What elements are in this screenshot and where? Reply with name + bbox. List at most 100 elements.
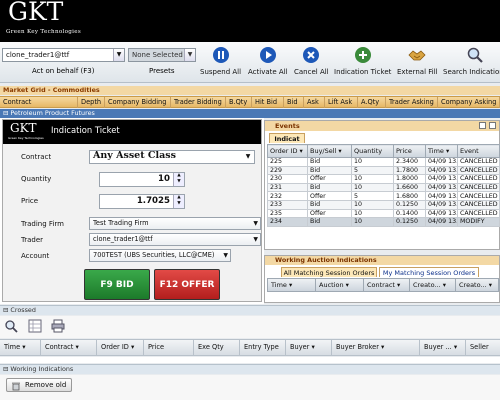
column-header[interactable]: Contract bbox=[0, 97, 78, 108]
column-header[interactable]: Hit Bid bbox=[252, 97, 284, 108]
chevron-down-icon[interactable]: ▼ bbox=[184, 49, 195, 61]
chevron-down-icon[interactable]: ▼ bbox=[113, 49, 124, 61]
contract-field[interactable]: Any Asset Class ▼ bbox=[89, 150, 255, 164]
column-header[interactable]: Seller bbox=[466, 340, 500, 355]
cancel-all-button[interactable]: Cancel All bbox=[294, 46, 329, 76]
price-spinner[interactable]: ▲ ▼ bbox=[173, 195, 184, 208]
printer-icon[interactable] bbox=[51, 319, 65, 333]
column-header[interactable]: Event bbox=[457, 144, 500, 158]
trader-field[interactable]: clone_trader1@ttf ▼ bbox=[89, 233, 261, 246]
main-toolbar: clone_trader1@ttf ▼ Act on behalf (F3) N… bbox=[0, 42, 500, 83]
column-header[interactable]: B.Qty bbox=[226, 97, 252, 108]
column-header[interactable]: Price bbox=[144, 340, 194, 355]
remove-old-button[interactable]: Remove old bbox=[6, 378, 72, 392]
pause-icon bbox=[212, 47, 229, 63]
column-header[interactable]: Ask bbox=[304, 97, 325, 108]
price-stepper[interactable]: 1.7025 ▲ ▼ bbox=[99, 194, 185, 209]
quantity-spinner[interactable]: ▲ ▼ bbox=[173, 173, 184, 186]
column-header[interactable]: Buyer ▾ bbox=[286, 340, 332, 355]
market-grid-title: Market Grid - Commodities bbox=[0, 86, 500, 95]
chevron-down-icon[interactable]: ▼ bbox=[223, 250, 228, 261]
table-row[interactable]: 233Bid100.125004/09 13...CANCELLED bbox=[267, 199, 500, 210]
market-grid-header: Contract Depth Company Bidding Trader Bi… bbox=[0, 96, 500, 108]
column-header[interactable]: Time ▾ bbox=[268, 279, 316, 291]
column-header[interactable]: Buyer ... ▾ bbox=[420, 340, 466, 355]
quantity-label: Quantity bbox=[21, 175, 52, 183]
search-icon[interactable] bbox=[4, 319, 18, 333]
ticket-title: Indication Ticket bbox=[51, 125, 120, 135]
column-header[interactable]: Price bbox=[393, 144, 426, 158]
column-header[interactable]: Time ▾ bbox=[0, 340, 41, 355]
remove-old-label: Remove old bbox=[25, 381, 67, 389]
suspend-all-button[interactable]: Suspend All bbox=[200, 46, 241, 76]
column-header[interactable]: Order ID ▾ bbox=[97, 340, 144, 355]
column-header[interactable]: Buy/Sell ▾ bbox=[307, 144, 352, 158]
bid-button[interactable]: F9 BID bbox=[84, 269, 150, 300]
tab-my-matching[interactable]: My Matching Session Orders bbox=[379, 267, 479, 277]
column-header[interactable]: Depth bbox=[78, 97, 105, 108]
auction-header-row: Time ▾ Auction ▾ Contract ▾ Creato... ▾ … bbox=[267, 278, 500, 292]
column-header[interactable]: Exe Qty bbox=[194, 340, 240, 355]
crossed-title-text: Crossed bbox=[10, 306, 36, 314]
search-indications-label: Search Indications bbox=[443, 68, 500, 76]
spin-down-icon[interactable]: ▼ bbox=[174, 201, 184, 207]
column-header[interactable]: Lift Ask bbox=[325, 97, 358, 108]
column-header[interactable]: Order ID ▾ bbox=[267, 144, 308, 158]
search-indications-button[interactable]: Search Indications bbox=[443, 46, 500, 76]
chevron-down-icon[interactable]: ▼ bbox=[242, 151, 254, 163]
table-row[interactable]: 229Bid51.780004/09 13...CANCELLED bbox=[267, 165, 500, 176]
table-row[interactable]: 235Offer100.140004/09 13...CANCELLED bbox=[267, 208, 500, 219]
preset-select-value: None Selected bbox=[132, 51, 183, 59]
chevron-down-icon[interactable]: ▼ bbox=[253, 234, 258, 245]
column-header[interactable]: Company Bidding bbox=[105, 97, 171, 108]
quantity-stepper[interactable]: 10 ▲ ▼ bbox=[99, 172, 185, 187]
trash-icon bbox=[12, 382, 20, 391]
activate-all-button[interactable]: Activate All bbox=[248, 46, 288, 76]
table-row-selected[interactable]: 234Bid100.125004/09 13...MODIFY bbox=[267, 217, 500, 227]
indication-ticket-button[interactable]: Indication Ticket bbox=[334, 46, 391, 76]
crossed-section-title[interactable]: ⊟ Crossed bbox=[0, 305, 500, 315]
account-select[interactable]: 700TEST (UBS Securities, LLC@CME) ▼ bbox=[89, 249, 231, 262]
tab-indications[interactable]: Indicat bbox=[269, 133, 305, 143]
table-row[interactable]: 230Offer101.800004/09 13...CANCELLED bbox=[267, 174, 500, 184]
price-label: Price bbox=[21, 197, 39, 205]
chevron-down-icon[interactable]: ▼ bbox=[253, 218, 258, 229]
trader-select[interactable]: clone_trader1@ttf ▼ bbox=[2, 48, 125, 62]
column-header[interactable]: Auction ▾ bbox=[316, 279, 364, 291]
preset-select[interactable]: None Selected ▼ bbox=[128, 48, 196, 62]
column-header[interactable]: A.Qty bbox=[358, 97, 386, 108]
column-header[interactable]: Buyer Broker ▾ bbox=[332, 340, 420, 355]
column-header[interactable]: Time ▾ bbox=[425, 144, 458, 158]
table-row[interactable]: 225Bid102.340004/09 13...CANCELLED bbox=[267, 157, 500, 167]
column-header[interactable]: Contract ▾ bbox=[364, 279, 410, 291]
column-header[interactable]: Trader Bidding bbox=[171, 97, 226, 108]
tab-all-matching[interactable]: All Matching Session Orders bbox=[281, 267, 377, 277]
events-title-text: Events bbox=[275, 122, 300, 130]
column-header[interactable]: Bid bbox=[284, 97, 304, 108]
offer-button[interactable]: F12 OFFER bbox=[154, 269, 220, 300]
column-header[interactable]: Creato... ▾ bbox=[456, 279, 500, 291]
column-header[interactable]: Contract ▾ bbox=[41, 340, 97, 355]
spreadsheet-icon[interactable] bbox=[28, 319, 42, 333]
column-header[interactable]: Entry Type bbox=[240, 340, 286, 355]
column-header[interactable]: Creato... ▾ bbox=[410, 279, 456, 291]
logo-mark: GKT bbox=[8, 0, 64, 26]
table-row[interactable]: 231Bid101.660004/09 13...CANCELLED bbox=[267, 182, 500, 193]
spin-down-icon[interactable]: ▼ bbox=[174, 179, 184, 185]
trading-firm-select[interactable]: Test Trading Firm ▼ bbox=[89, 217, 261, 230]
column-header[interactable]: Trader Asking bbox=[386, 97, 438, 108]
column-header[interactable]: Company Asking bbox=[438, 97, 500, 108]
market-group-label: Petroleum Product Futures bbox=[10, 109, 95, 117]
restore-icon[interactable] bbox=[479, 122, 486, 129]
working-indications-title[interactable]: ⊟ Working Indications bbox=[0, 364, 500, 374]
trader-value: clone_trader1@ttf bbox=[93, 235, 153, 243]
table-row[interactable]: 232Offer51.680004/09 13...CANCELLED bbox=[267, 191, 500, 201]
working-indications-toolbar: Remove old bbox=[0, 375, 500, 400]
column-header[interactable]: Quantity bbox=[351, 144, 394, 158]
external-fill-button[interactable]: External Fill bbox=[397, 46, 438, 76]
cancel-icon bbox=[303, 47, 320, 63]
indication-ticket-dialog: GKT Green Key Technologies Indication Ti… bbox=[2, 119, 262, 302]
suspend-all-label: Suspend All bbox=[200, 68, 242, 76]
maximize-icon[interactable] bbox=[489, 122, 496, 129]
market-grid-group-row[interactable]: ⊟ Petroleum Product Futures bbox=[0, 109, 500, 118]
